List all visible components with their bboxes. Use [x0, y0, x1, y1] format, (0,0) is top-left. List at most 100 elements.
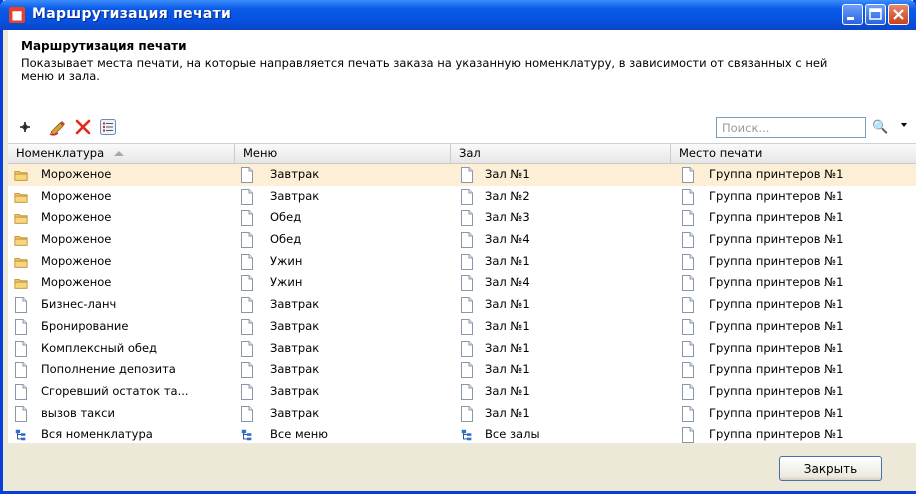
title-bar[interactable]: ■ Маршрутизация печати: [0, 0, 916, 30]
add-icon[interactable]: [16, 118, 34, 136]
cell-icon: [460, 272, 478, 293]
list-icon[interactable]: [99, 118, 117, 136]
delete-icon[interactable]: [74, 118, 92, 136]
document-icon: [461, 362, 473, 379]
cell-icon: [14, 359, 32, 380]
cell-icon: [240, 186, 258, 207]
cell-icon: [681, 207, 699, 228]
tree-icon: [241, 430, 252, 441]
folder-icon: [14, 257, 28, 268]
table-row[interactable]: Пополнение депозита Завтрак Зал №1 Группа п…: [8, 359, 916, 381]
column-header-print-place[interactable]: Место печати: [671, 144, 916, 163]
cell-icon: [460, 381, 478, 402]
document-icon: [241, 210, 253, 227]
document-icon: [682, 167, 694, 183]
cell-nomenclature: Мороженое: [41, 210, 112, 225]
cell-icon: [14, 164, 32, 185]
cell-menu: Завтрак: [270, 405, 320, 420]
cell-icon: [460, 186, 478, 207]
cell-icon: [460, 403, 478, 424]
table-row[interactable]: Сгоревший остаток та... Завтрак Зал №1 Груп…: [8, 381, 916, 403]
document-icon: [461, 340, 473, 357]
cell-hall: Зал №1: [485, 297, 530, 312]
cell-hall: Зал №3: [485, 210, 530, 225]
cell-nomenclature: Мороженое: [41, 253, 112, 268]
cell-print-place: Группа принтеров №1: [709, 232, 844, 247]
cell-icon: [14, 338, 32, 359]
document-icon: [241, 340, 253, 357]
binoculars-icon[interactable]: 🔍: [872, 120, 888, 135]
table-row[interactable]: Бизнес-ланч Завтрак Зал №1 Группа принтеров…: [8, 294, 916, 316]
document-icon: [15, 405, 27, 422]
close-button[interactable]: Закрыть: [779, 456, 882, 481]
cell-icon: [681, 338, 699, 359]
document-icon: [682, 232, 694, 249]
column-header-hall[interactable]: Зал: [451, 144, 671, 163]
table-body: Мороженое Завтрак Зал №1 Группа принтеров №…: [8, 164, 916, 446]
document-icon: [241, 275, 253, 292]
document-icon: [461, 297, 473, 314]
cell-nomenclature: Комплексный обед: [41, 340, 157, 355]
cell-menu: Обед: [270, 232, 302, 247]
table-row[interactable]: Мороженое Обед Зал №3 Группа принтеров №1: [8, 207, 916, 229]
cell-icon: [681, 164, 699, 185]
cell-menu: Завтрак: [270, 297, 320, 312]
table-row[interactable]: вызов такси Завтрак Зал №1 Группа принтеров…: [8, 403, 916, 425]
minimize-button[interactable]: [842, 4, 863, 25]
cell-menu: Ужин: [270, 253, 303, 268]
cell-menu: Завтрак: [270, 318, 320, 333]
document-icon: [461, 167, 473, 183]
app-icon: ■: [9, 7, 25, 23]
cell-hall: Зал №2: [485, 188, 530, 203]
table-row[interactable]: Мороженое Завтрак Зал №1 Группа принтеров №…: [8, 164, 916, 186]
page-description: Показывает места печати, на которые напр…: [21, 56, 828, 83]
tree-icon: [15, 430, 26, 441]
cell-icon: [681, 229, 699, 250]
cell-icon: [681, 381, 699, 402]
document-icon: [682, 427, 694, 444]
cell-hall: Зал №1: [485, 362, 530, 377]
cell-print-place: Группа принтеров №1: [709, 362, 844, 377]
cell-icon: [240, 207, 258, 228]
table-row[interactable]: Мороженое Ужин Зал №4 Группа принтеров №1: [8, 272, 916, 294]
column-header-menu[interactable]: Меню: [235, 144, 451, 163]
edit-icon[interactable]: [48, 118, 66, 136]
document-icon: [461, 232, 473, 249]
routing-table: Номенклатура Меню Зал Место печати Морож…: [8, 143, 916, 446]
document-icon: [15, 383, 27, 400]
cell-menu: Завтрак: [270, 188, 320, 203]
cell-icon: [240, 359, 258, 380]
cell-print-place: Группа принтеров №1: [709, 188, 844, 203]
cell-icon: [240, 229, 258, 250]
cell-icon: [681, 272, 699, 293]
cell-icon: [681, 294, 699, 315]
table-row[interactable]: Мороженое Завтрак Зал №2 Группа принтеров №…: [8, 186, 916, 208]
maximize-button[interactable]: [865, 4, 886, 25]
table-row[interactable]: Мороженое Обед Зал №4 Группа принтеров №1: [8, 229, 916, 251]
search-input[interactable]: [716, 117, 866, 138]
cell-hall: Зал №4: [485, 232, 530, 247]
cell-icon: [460, 229, 478, 250]
document-icon: [241, 232, 253, 249]
document-icon: [461, 188, 473, 205]
window-title: Маршрутизация печати: [32, 6, 232, 22]
document-icon: [461, 383, 473, 400]
toolbar: 🔍: [8, 112, 916, 142]
cell-print-place: Группа принтеров №1: [709, 340, 844, 355]
table-header: Номенклатура Меню Зал Место печати: [8, 143, 916, 164]
table-row[interactable]: Комплексный обед Завтрак Зал №1 Группа прин…: [8, 338, 916, 360]
document-icon: [682, 253, 694, 270]
cell-icon: [240, 403, 258, 424]
table-row[interactable]: Мороженое Ужин Зал №1 Группа принтеров №1: [8, 251, 916, 273]
tree-icon: [461, 430, 472, 441]
column-header-nomenclature[interactable]: Номенклатура: [8, 144, 235, 163]
cell-icon: [240, 338, 258, 359]
table-row[interactable]: Бронирование Завтрак Зал №1 Группа принтеро…: [8, 316, 916, 338]
cell-menu: Завтрак: [270, 383, 320, 398]
cell-nomenclature: Мороженое: [41, 167, 112, 181]
close-window-button[interactable]: [888, 4, 909, 25]
cell-print-place: Группа принтеров №1: [709, 275, 844, 290]
chevron-down-icon[interactable]: [901, 123, 907, 127]
cell-icon: [14, 272, 32, 293]
cell-icon: [681, 403, 699, 424]
